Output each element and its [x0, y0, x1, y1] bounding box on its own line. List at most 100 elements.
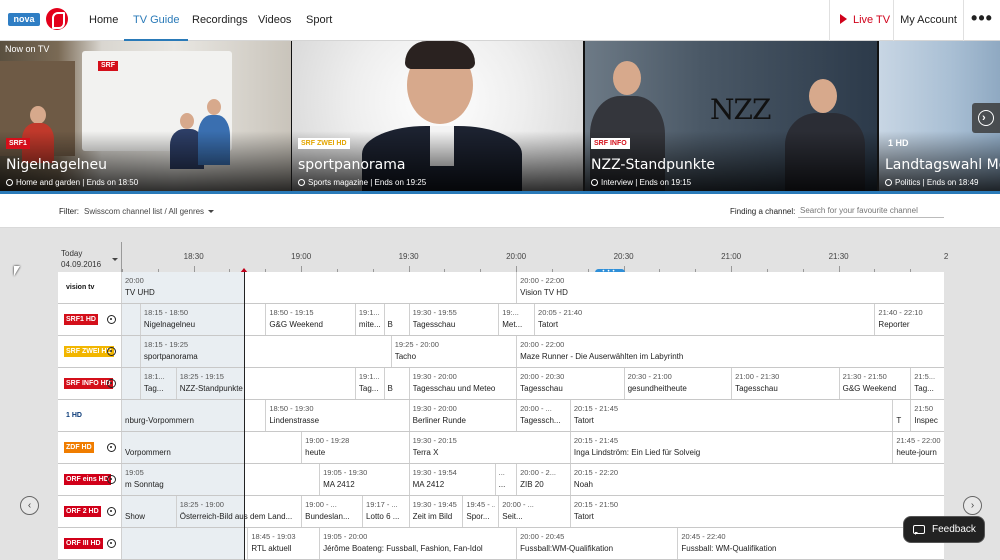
record-icon[interactable]: [107, 507, 116, 516]
nav-recordings[interactable]: Recordings: [192, 0, 248, 41]
channel-logo[interactable]: ORF III HD: [58, 528, 122, 559]
channel-logo[interactable]: SRF ZWEI HD: [58, 336, 122, 367]
program-cell[interactable]: 20:00 - ... Seit...: [498, 496, 570, 527]
record-icon[interactable]: [107, 475, 116, 484]
program-cell[interactable]: 19:... Met...: [498, 304, 534, 335]
program-time: 20:15 - 21:50: [573, 500, 619, 509]
program-cell[interactable]: 18:45 - 19:03 RTL aktuell: [247, 528, 311, 559]
program-cell[interactable]: 19:30 - 19:54 MA 2412: [408, 464, 495, 495]
guide-prev-button[interactable]: ‹: [20, 496, 39, 515]
channel-search-input[interactable]: [798, 203, 944, 218]
program-time: 20:00 - ...: [502, 500, 534, 509]
program-cell[interactable]: 18:50 - 19:15 G&G Weekend: [265, 304, 355, 335]
program-cell[interactable]: 21:00 - 21:30 Tagesschau: [731, 368, 838, 399]
program-time: 18:1...: [143, 372, 165, 381]
nzz-logo: NZZ: [710, 93, 771, 126]
filter-dropdown[interactable]: Swisscom channel list / All genres: [84, 207, 215, 216]
program-title: Fussball: WM-Qualifikation: [681, 544, 777, 553]
feedback-button[interactable]: Feedback: [903, 516, 985, 543]
program-cell[interactable]: 19:00 - 19:28 heute: [301, 432, 401, 463]
program-cell[interactable]: 21:50 Inspec: [910, 400, 944, 431]
program-title: Terra X: [412, 448, 439, 457]
more-menu-icon[interactable]: •••: [963, 0, 1000, 41]
hero-tile[interactable]: NZZ SRF INFO NZZ-Standpunkte Interview |…: [585, 41, 877, 191]
program-cell[interactable]: 18:15 - 18:50 Nigelnagelneu: [139, 304, 265, 335]
program-cell[interactable]: 18:15 - 19:25 sportpanorama: [139, 336, 391, 367]
program-cell[interactable]: B: [383, 304, 409, 335]
program-cell[interactable]: 18:25 - 19:00 Österreich-Bild aus dem Lan…: [175, 496, 301, 527]
date-selector[interactable]: Today 04.09.2016: [58, 242, 122, 272]
program-cell[interactable]: 20:00 TV UHD: [122, 272, 516, 303]
program-cell[interactable]: Show: [122, 496, 176, 527]
program-cell[interactable]: 20:30 - 21:00 gesundheitheute: [623, 368, 731, 399]
hero-tile[interactable]: SRF SRF1 Nigelnagelneu Home and garden |…: [0, 41, 291, 191]
carousel-next-button[interactable]: ›: [972, 103, 1000, 133]
channel-logo[interactable]: SRF INFO HD: [58, 368, 122, 399]
program-cell[interactable]: 20:00 - ... Tagessch...: [516, 400, 570, 431]
program-cell[interactable]: 19:05 - 19:30 MA 2412: [319, 464, 409, 495]
mouse-cursor-icon: [14, 266, 20, 276]
program-cell[interactable]: 20:00 - 22:00 Maze Runner - Die Auserwähl…: [516, 336, 944, 367]
program-title: ...: [498, 480, 506, 489]
channel-logo[interactable]: ZDF HD: [58, 432, 122, 463]
program-cell[interactable]: 20:00 - 22:00 Vision TV HD: [516, 272, 944, 303]
program-cell[interactable]: Vorpommern: [122, 432, 301, 463]
record-icon[interactable]: [107, 539, 116, 548]
program-cell[interactable]: 18:25 - 19:15 NZZ-Standpunkte: [175, 368, 355, 399]
program-cell[interactable]: 19:05 m Sonntag: [122, 464, 319, 495]
program-cell[interactable]: 21:40 - 22:10 Reporter: [874, 304, 944, 335]
program-cell[interactable]: B: [383, 368, 409, 399]
nav-videos[interactable]: Videos: [258, 0, 291, 41]
guide-next-button[interactable]: ›: [963, 496, 982, 515]
program-cell[interactable]: 20:00 - 20:30 Tagesschau: [516, 368, 623, 399]
program-title: Reporter: [878, 320, 910, 329]
program-cell[interactable]: 19:05 - 20:00 Jérôme Boateng: Fussball, F…: [319, 528, 516, 559]
record-icon[interactable]: [107, 443, 116, 452]
nav-home[interactable]: Home: [89, 0, 118, 41]
program-cell[interactable]: 20:00 - 2... ZIB 20: [516, 464, 570, 495]
channel-logo[interactable]: SRF1 HD: [58, 304, 122, 335]
person-head: [809, 79, 837, 113]
record-icon[interactable]: [107, 315, 116, 324]
channel-logo[interactable]: ORF 2 HD: [58, 496, 122, 527]
program-cell[interactable]: T: [892, 400, 910, 431]
program-cell[interactable]: 20:15 - 21:50 Tatort: [569, 496, 944, 527]
my-account-button[interactable]: My Account: [893, 0, 963, 41]
program-cell[interactable]: 20:15 - 21:45 Tatort: [569, 400, 892, 431]
nav-sport[interactable]: Sport: [306, 0, 332, 41]
program-time: 18:25 - 19:15: [179, 372, 224, 381]
program-cell[interactable]: 20:15 - 22:20 Noah: [569, 464, 944, 495]
record-icon[interactable]: [107, 379, 116, 388]
program-time: 20:00 - 22:00: [520, 340, 565, 349]
program-cell[interactable]: 19:17 - ... Lotto 6 ...: [362, 496, 409, 527]
program-cell[interactable]: 20:15 - 21:45 Inga Lindström: Ein Lied fü…: [569, 432, 892, 463]
program-cell[interactable]: 19:00 - ... Bundeslan...: [301, 496, 362, 527]
channel-logo[interactable]: ORF eins HD: [58, 464, 122, 495]
nova-logo[interactable]: nova: [8, 6, 70, 34]
program-cell[interactable]: 19:30 - 20:00 Tagesschau und Meteo: [408, 368, 516, 399]
record-icon[interactable]: [107, 347, 116, 356]
program-cell[interactable]: 19:25 - 20:00 Tacho: [390, 336, 516, 367]
program-cell[interactable]: 21:5... Tag...: [910, 368, 944, 399]
nav-tv-guide[interactable]: TV Guide: [124, 0, 189, 42]
program-cell[interactable]: 19:30 - 20:00 Berliner Runde: [408, 400, 516, 431]
program-cell[interactable]: 18:1... Tag...: [139, 368, 176, 399]
channel-logo[interactable]: 1 HD: [58, 400, 122, 431]
program-cell[interactable]: 19:30 - 19:45 Zeit im Bild: [408, 496, 463, 527]
live-tv-button[interactable]: Live TV: [829, 0, 893, 41]
program-cell[interactable]: 19:1... mite...: [354, 304, 384, 335]
hero-tile[interactable]: SRF ZWEI HD sportpanorama Sports magazin…: [292, 41, 583, 191]
program-cell[interactable]: 19:45 - ... Spor...: [462, 496, 498, 527]
program-cell[interactable]: ......: [494, 464, 516, 495]
program-cell[interactable]: 18:50 - 19:30 Lindenstrasse: [265, 400, 408, 431]
program-cell[interactable]: 20:00 - 20:45 Fussball:WM-Qualifikation: [516, 528, 677, 559]
program-cell[interactable]: 20:05 - 21:40 Tatort: [534, 304, 874, 335]
program-cell[interactable]: 21:45 - 22:00 heute-journ: [892, 432, 944, 463]
program-cell[interactable]: 19:30 - 20:15 Terra X: [408, 432, 570, 463]
program-cell[interactable]: 21:30 - 21:50 G&G Weekend: [838, 368, 911, 399]
program-cell[interactable]: 19:30 - 19:55 Tagesschau: [408, 304, 499, 335]
program-time: 19:00 - 19:28: [305, 436, 350, 445]
program-title: Vorpommern: [125, 448, 171, 457]
program-cell[interactable]: 19:1... Tag...: [354, 368, 384, 399]
channel-logo[interactable]: vision tv: [58, 272, 122, 303]
